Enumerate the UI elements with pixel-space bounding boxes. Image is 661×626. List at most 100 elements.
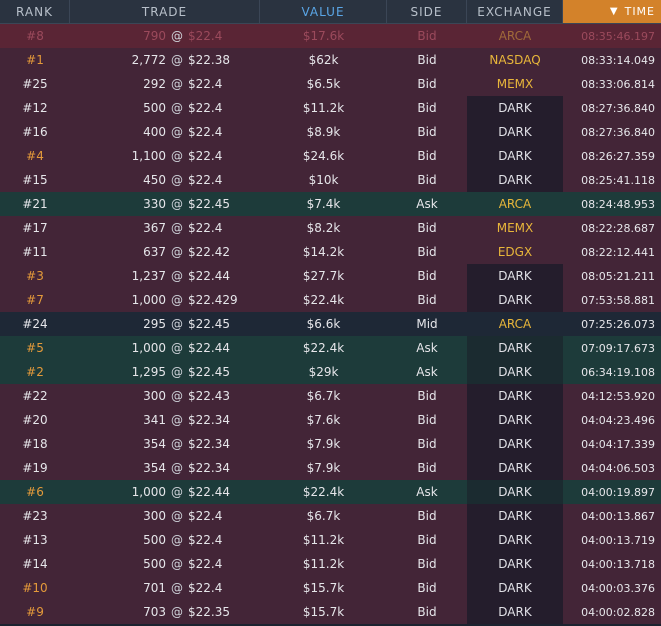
header-trade[interactable]: TRADE <box>70 0 260 24</box>
header-time-label: TIME <box>624 5 655 18</box>
exchange-cell: DARK <box>467 264 563 288</box>
side-cell: Ask <box>416 365 438 379</box>
header-time[interactable]: ▼ TIME <box>563 0 661 24</box>
at-symbol: @ <box>171 533 183 547</box>
trade-qty: 367 <box>143 221 166 235</box>
table-row[interactable]: #7 1,000 @ $22.429 $22.4k Bid DARK 07:53:58.881 <box>0 288 661 312</box>
rank-cell: #22 <box>22 389 48 403</box>
time-cell: 08:22:28.687 <box>581 221 655 235</box>
trade-price: $22.429 <box>188 293 238 307</box>
trade-cell: 400 @ $22.4 <box>70 120 260 144</box>
rank-cell: #11 <box>22 245 48 259</box>
table-row[interactable]: #17 367 @ $22.4 $8.2k Bid MEMX 08:22:28.687 <box>0 216 661 240</box>
trade-cell: 2,772 @ $22.38 <box>70 48 260 72</box>
trade-price: $22.45 <box>188 197 230 211</box>
value-cell: $29k <box>308 365 339 379</box>
exchange-cell: ARCA <box>498 317 532 331</box>
header-value[interactable]: VALUE <box>260 0 387 24</box>
value-cell: $10k <box>308 173 339 187</box>
table-row[interactable]: #1 2,772 @ $22.38 $62k Bid NASDAQ 08:33:14.049 <box>0 48 661 72</box>
header-side[interactable]: SIDE <box>387 0 467 24</box>
header-trade-label: TRADE <box>141 4 188 19</box>
trade-cell: 300 @ $22.43 <box>70 384 260 408</box>
rank-cell: #20 <box>22 413 48 427</box>
time-cell: 04:00:13.719 <box>581 533 655 547</box>
trade-qty: 703 <box>143 605 166 619</box>
trade-qty: 1,237 <box>131 269 166 283</box>
value-cell: $22.4k <box>302 485 345 499</box>
time-cell: 07:25:26.073 <box>581 317 655 331</box>
table-row[interactable]: #4 1,100 @ $22.4 $24.6k Bid DARK 08:26:27.359 <box>0 144 661 168</box>
table-row[interactable]: #16 400 @ $22.4 $8.9k Bid DARK 08:27:36.840 <box>0 120 661 144</box>
time-cell: 08:33:14.049 <box>581 53 655 67</box>
trade-qty: 637 <box>143 245 166 259</box>
table-row[interactable]: #12 500 @ $22.4 $11.2k Bid DARK 08:27:36.840 <box>0 96 661 120</box>
time-cell: 07:53:58.881 <box>581 293 655 307</box>
value-cell: $7.4k <box>306 197 341 211</box>
at-symbol: @ <box>171 197 183 211</box>
table-row[interactable]: #6 1,000 @ $22.44 $22.4k Ask DARK 04:00:19.897 <box>0 480 661 504</box>
table-row[interactable]: #9 703 @ $22.35 $15.7k Bid DARK 04:00:02.828 <box>0 600 661 624</box>
side-cell: Bid <box>417 413 437 427</box>
table-row[interactable]: #18 354 @ $22.34 $7.9k Bid DARK 04:04:17.339 <box>0 432 661 456</box>
trade-price: $22.4 <box>188 29 223 43</box>
trade-cell: 701 @ $22.4 <box>70 576 260 600</box>
table-row[interactable]: #10 701 @ $22.4 $15.7k Bid DARK 04:00:03.376 <box>0 576 661 600</box>
trade-qty: 1,000 <box>131 293 166 307</box>
at-symbol: @ <box>171 413 183 427</box>
trade-price: $22.34 <box>188 461 230 475</box>
table-row[interactable]: #13 500 @ $22.4 $11.2k Bid DARK 04:00:13.719 <box>0 528 661 552</box>
trade-cell: 1,100 @ $22.4 <box>70 144 260 168</box>
table-row[interactable]: #21 330 @ $22.45 $7.4k Ask ARCA 08:24:48.953 <box>0 192 661 216</box>
side-cell: Bid <box>417 101 437 115</box>
at-symbol: @ <box>171 149 183 163</box>
time-cell: 04:00:13.718 <box>581 557 655 571</box>
table-body: #8 790 @ $22.4 $17.6k Bid ARCA 08:35:46.197 #1 2,… <box>0 24 661 624</box>
table-row[interactable]: #5 1,000 @ $22.44 $22.4k Ask DARK 07:09:17.673 <box>0 336 661 360</box>
table-row[interactable]: #25 292 @ $22.4 $6.5k Bid MEMX 08:33:06.814 <box>0 72 661 96</box>
rank-cell: #16 <box>22 125 48 139</box>
at-symbol: @ <box>171 269 183 283</box>
side-cell: Bid <box>417 557 437 571</box>
exchange-cell: DARK <box>467 432 563 456</box>
trade-qty: 354 <box>143 437 166 451</box>
exchange-cell: ARCA <box>498 197 532 211</box>
trade-qty: 354 <box>143 461 166 475</box>
time-cell: 04:04:23.496 <box>581 413 655 427</box>
table-row[interactable]: #8 790 @ $22.4 $17.6k Bid ARCA 08:35:46.197 <box>0 24 661 48</box>
table-row[interactable]: #11 637 @ $22.42 $14.2k Bid EDGX 08:22:12.441 <box>0 240 661 264</box>
rank-cell: #23 <box>22 509 48 523</box>
table-row[interactable]: #24 295 @ $22.45 $6.6k Mid ARCA 07:25:26.073 <box>0 312 661 336</box>
trade-cell: 300 @ $22.4 <box>70 504 260 528</box>
table-row[interactable]: #14 500 @ $22.4 $11.2k Bid DARK 04:00:13.718 <box>0 552 661 576</box>
trades-table: RANK TRADE VALUE SIDE EXCHANGE ▼ TIME #8… <box>0 0 661 626</box>
rank-cell: #24 <box>22 317 48 331</box>
side-cell: Bid <box>417 533 437 547</box>
at-symbol: @ <box>171 77 183 91</box>
trade-price: $22.4 <box>188 533 223 547</box>
exchange-cell: DARK <box>467 456 563 480</box>
rank-cell: #8 <box>26 29 44 43</box>
table-row[interactable]: #2 1,295 @ $22.45 $29k Ask DARK 06:34:19.108 <box>0 360 661 384</box>
time-cell: 08:22:12.441 <box>581 245 655 259</box>
table-row[interactable]: #22 300 @ $22.43 $6.7k Bid DARK 04:12:53.920 <box>0 384 661 408</box>
rank-cell: #21 <box>22 197 48 211</box>
table-row[interactable]: #23 300 @ $22.4 $6.7k Bid DARK 04:00:13.867 <box>0 504 661 528</box>
at-symbol: @ <box>171 437 183 451</box>
exchange-cell: DARK <box>467 168 563 192</box>
value-cell: $22.4k <box>302 293 345 307</box>
at-symbol: @ <box>171 173 183 187</box>
exchange-cell: DARK <box>467 408 563 432</box>
trade-price: $22.43 <box>188 389 230 403</box>
trade-price: $22.44 <box>188 269 230 283</box>
table-row[interactable]: #19 354 @ $22.34 $7.9k Bid DARK 04:04:06.503 <box>0 456 661 480</box>
table-row[interactable]: #15 450 @ $22.4 $10k Bid DARK 08:25:41.118 <box>0 168 661 192</box>
header-exchange[interactable]: EXCHANGE <box>467 0 563 24</box>
table-row[interactable]: #3 1,237 @ $22.44 $27.7k Bid DARK 08:05:21.211 <box>0 264 661 288</box>
side-cell: Bid <box>417 77 437 91</box>
header-rank[interactable]: RANK <box>0 0 70 24</box>
time-cell: 04:04:06.503 <box>581 461 655 475</box>
value-cell: $8.9k <box>306 125 341 139</box>
table-row[interactable]: #20 341 @ $22.34 $7.6k Bid DARK 04:04:23.496 <box>0 408 661 432</box>
time-cell: 08:26:27.359 <box>581 149 655 163</box>
